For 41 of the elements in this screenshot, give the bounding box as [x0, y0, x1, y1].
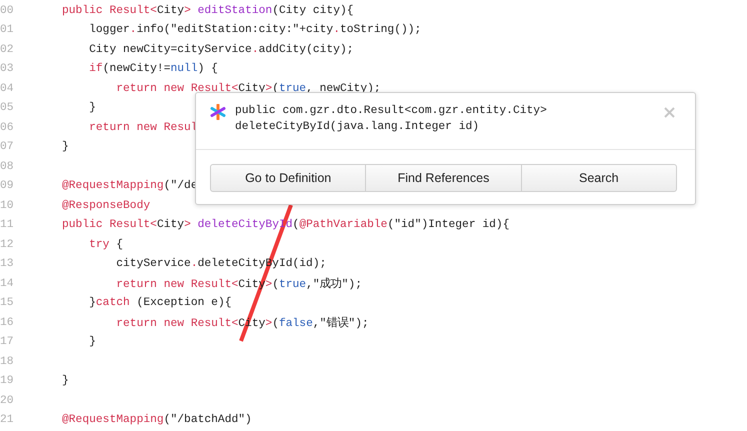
line-number: 15 [0, 297, 15, 310]
line-number: 14 [0, 278, 15, 290]
line-number: 01 [0, 24, 15, 36]
code-line: } [62, 375, 69, 388]
code-line: City newCity=cityService.addCity(city); [88, 44, 354, 56]
line-number: 09 [0, 180, 15, 192]
close-icon[interactable] [664, 107, 675, 118]
line-number: 03 [0, 63, 15, 76]
line-number: 10 [0, 200, 15, 212]
code-line: }catch (Exception e){ [88, 297, 232, 310]
line-number: 06 [0, 122, 15, 134]
line-number: 00 [0, 4, 15, 17]
line-number: 11 [0, 219, 15, 232]
code-line: if(newCity!=null) { [88, 63, 218, 76]
line-number: 12 [0, 238, 15, 251]
code-line: @RequestMapping("/batchAdd") [62, 414, 252, 426]
popup-button[interactable]: Go to Definition [210, 164, 366, 192]
code-line: logger.info("editStation:city:"+city.toString()); [88, 24, 422, 36]
line-number: 08 [0, 160, 15, 173]
line-number: 19 [0, 375, 15, 388]
code-line: @ResponseBody [62, 200, 150, 212]
code-line: return new Resul [88, 122, 198, 134]
popup-button[interactable]: Find References [365, 164, 522, 192]
line-number: 16 [0, 316, 15, 329]
code-line: } [88, 102, 96, 114]
line-number: 04 [0, 82, 15, 95]
line-number: 07 [0, 141, 15, 154]
code-line: } [88, 336, 96, 348]
line-number: 02 [0, 44, 15, 56]
line-number: 18 [0, 356, 15, 368]
line-number: 20 [0, 394, 15, 407]
asterisk-icon [210, 104, 226, 120]
line-number: 17 [0, 336, 15, 348]
line-number: 05 [0, 102, 15, 114]
method-signature: public com.gzr.dto.Result<com.gzr.entity.City> deleteCityById(java.lang.Integer id) [235, 104, 548, 135]
line-number: 13 [0, 258, 15, 270]
code-line: public Result<City> editStation(City city){ [62, 4, 354, 17]
code-line: } [62, 141, 69, 154]
popup-button[interactable]: Search [520, 164, 677, 192]
code-line: try { [88, 238, 124, 251]
line-number: 21 [0, 414, 15, 426]
